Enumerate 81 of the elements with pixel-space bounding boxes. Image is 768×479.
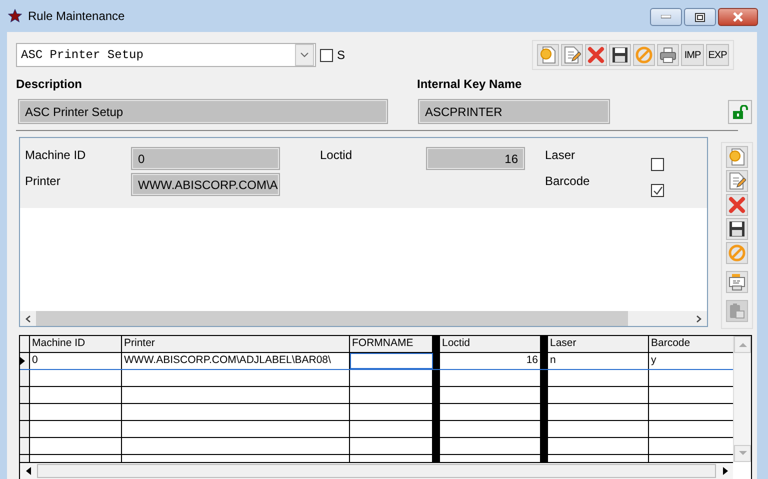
chevron-right-icon <box>696 314 702 322</box>
toolbar-button[interactable] <box>726 218 748 240</box>
column-header[interactable]: Machine ID <box>30 336 122 352</box>
edit-document-icon <box>728 172 746 190</box>
maximize-button[interactable] <box>684 8 716 26</box>
table-cell: 0 <box>30 353 122 369</box>
table-cell[interactable] <box>433 438 541 454</box>
checkbox-label: Barcode <box>545 173 591 190</box>
column-header[interactable]: Printer <box>122 336 350 352</box>
checkbox-label: S <box>337 48 346 62</box>
checkbox[interactable] <box>651 158 664 171</box>
printer-field[interactable]: WWW.ABISCORP.COM\A <box>131 173 280 196</box>
row-header-cell[interactable] <box>20 387 30 403</box>
row-header-cell[interactable] <box>20 438 30 454</box>
chevron-left-icon <box>25 314 31 322</box>
row-header-cell[interactable] <box>20 353 30 369</box>
table-cell[interactable] <box>433 404 541 420</box>
down-arrow-icon <box>738 451 746 456</box>
table-cell: n <box>541 353 649 369</box>
loctid-field[interactable]: 16 <box>426 147 525 170</box>
field-label: Description <box>16 77 84 93</box>
rule-dropdown[interactable]: ASC Printer Setup <box>16 43 316 67</box>
left-arrow-icon <box>26 467 30 475</box>
table-cell[interactable] <box>541 404 649 420</box>
row-header-cell[interactable] <box>20 404 30 420</box>
column-header[interactable]: Loctid <box>433 336 541 352</box>
table-cell[interactable] <box>541 438 649 454</box>
toolbar-button[interactable] <box>609 44 631 66</box>
up-arrow-icon <box>738 342 746 347</box>
checkbox[interactable] <box>651 184 664 197</box>
horizontal-scrollbar[interactable] <box>20 311 707 326</box>
column-header[interactable]: Laser <box>541 336 649 352</box>
delete-icon <box>587 46 605 64</box>
table-cell[interactable] <box>541 370 649 386</box>
toolbar-button[interactable] <box>726 170 748 192</box>
table-cell: WWW.ABISCORP.COM\ADJLABEL\BAR08\ <box>122 353 350 369</box>
checkbox[interactable] <box>320 48 333 62</box>
key-name-field[interactable]: ASCPRINTER <box>418 99 610 124</box>
table-cell: 16 <box>433 353 541 369</box>
field-label: Printer <box>25 173 62 190</box>
close-button[interactable] <box>718 8 758 26</box>
star-icon <box>8 9 22 23</box>
chevron-down-icon <box>300 52 309 58</box>
no-entry-icon <box>728 244 746 262</box>
cell-editor[interactable] <box>350 353 433 369</box>
toolbar-button[interactable]: IMP <box>681 44 704 66</box>
vertical-scrollbar[interactable] <box>733 336 751 462</box>
description-field[interactable]: ASC Printer Setup <box>18 99 388 124</box>
toolbar-button[interactable] <box>657 44 679 66</box>
lock-button[interactable] <box>728 100 752 124</box>
clipboard-icon <box>728 302 746 320</box>
new-document-icon <box>728 148 746 166</box>
window-title: Rule Maintenance <box>28 9 126 23</box>
toolbar-button[interactable]: EXP <box>706 44 729 66</box>
field-label: Machine ID <box>25 147 87 164</box>
right-arrow-icon <box>722 467 728 475</box>
maximize-icon <box>695 12 705 22</box>
minimize-button[interactable] <box>650 8 682 26</box>
table-cell[interactable] <box>541 387 649 403</box>
column-header[interactable]: FORMNAME <box>350 336 433 352</box>
row-header-cell[interactable] <box>20 421 30 437</box>
delete-icon <box>728 196 746 214</box>
field-label: Internal Key Name <box>417 77 523 93</box>
edit-document-icon <box>563 46 581 64</box>
toolbar-button[interactable] <box>561 44 583 66</box>
close-icon <box>732 12 744 22</box>
printer-icon <box>728 273 746 291</box>
table-cell[interactable] <box>433 421 541 437</box>
new-document-icon <box>539 46 557 64</box>
row-header-cell[interactable] <box>20 370 30 386</box>
machine-id-field[interactable]: 0 <box>131 147 280 170</box>
padlock-icon <box>732 104 748 118</box>
table-cell[interactable] <box>433 387 541 403</box>
field-label: Loctid <box>320 147 354 164</box>
table-cell[interactable] <box>433 370 541 386</box>
table-cell[interactable] <box>541 421 649 437</box>
no-entry-icon <box>635 46 653 64</box>
checkbox-label: Laser <box>545 147 576 164</box>
minimize-icon <box>661 15 671 19</box>
horizontal-scrollbar[interactable] <box>20 462 733 479</box>
printer-icon <box>659 46 677 64</box>
